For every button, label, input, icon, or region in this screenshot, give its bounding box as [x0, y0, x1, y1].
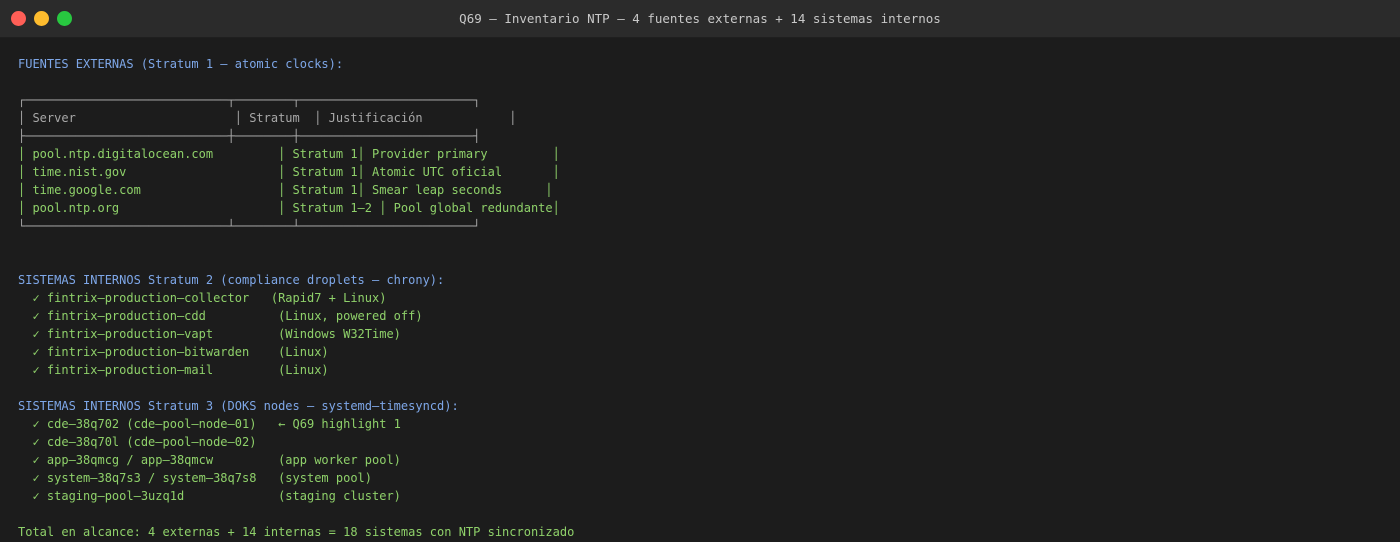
list-item: ✓ cde–38q70l (cde–pool–node–02) [18, 435, 257, 449]
list-item: ✓ fintrix–production–bitwarden (Linux) [18, 345, 329, 359]
list-item: ✓ app–38qmcg / app–38qmcw (app worker po… [18, 453, 401, 467]
list-item: ✓ cde–38q702 (cde–pool–node–01) ← Q69 hi… [18, 417, 401, 431]
stratum2-heading: SISTEMAS INTERNOS Stratum 2 (compliance … [18, 273, 445, 287]
terminal-output: FUENTES EXTERNAS (Stratum 1 — atomic clo… [18, 55, 1400, 541]
table-row: │ pool.ntp.org │ Stratum 1–2 │ Pool glob… [18, 201, 560, 215]
list-item: ✓ fintrix–production–cdd (Linux, powered… [18, 309, 423, 323]
table-row: │ time.nist.gov │ Stratum 1│ Atomic UTC … [18, 165, 560, 179]
list-item: ✓ fintrix–production–collector (Rapid7 +… [18, 291, 387, 305]
total-summary: Total en alcance: 4 externas + 14 intern… [18, 525, 575, 539]
table-row: │ time.google.com │ Stratum 1│ Smear lea… [18, 183, 553, 197]
table-mid-border: ├────────────────────────────┼────────┼─… [18, 129, 481, 143]
window-title: Q69 — Inventario NTP — 4 fuentes externa… [459, 11, 941, 26]
table-top-border: ┌────────────────────────────┬────────┬─… [18, 93, 481, 107]
list-item: ✓ system–38q7s3 / system–38q7s8 (system … [18, 471, 373, 485]
table-row: │ pool.ntp.digitalocean.com │ Stratum 1│… [18, 147, 560, 161]
list-item: ✓ staging–pool–3uzq1d (staging cluster) [18, 489, 401, 503]
table-header-row: │ Server │ Stratum │ Justificación │ [18, 111, 517, 125]
stratum3-heading: SISTEMAS INTERNOS Stratum 3 (DOKS nodes … [18, 399, 459, 413]
title-bar: Q69 — Inventario NTP — 4 fuentes externa… [0, 0, 1400, 38]
table-bottom-border: └────────────────────────────┴────────┴─… [18, 219, 481, 233]
external-heading: FUENTES EXTERNAS (Stratum 1 — atomic clo… [18, 57, 344, 71]
list-item: ✓ fintrix–production–mail (Linux) [18, 363, 329, 377]
list-item: ✓ fintrix–production–vapt (Windows W32Ti… [18, 327, 401, 341]
terminal-window: Q69 — Inventario NTP — 4 fuentes externa… [0, 0, 1400, 542]
